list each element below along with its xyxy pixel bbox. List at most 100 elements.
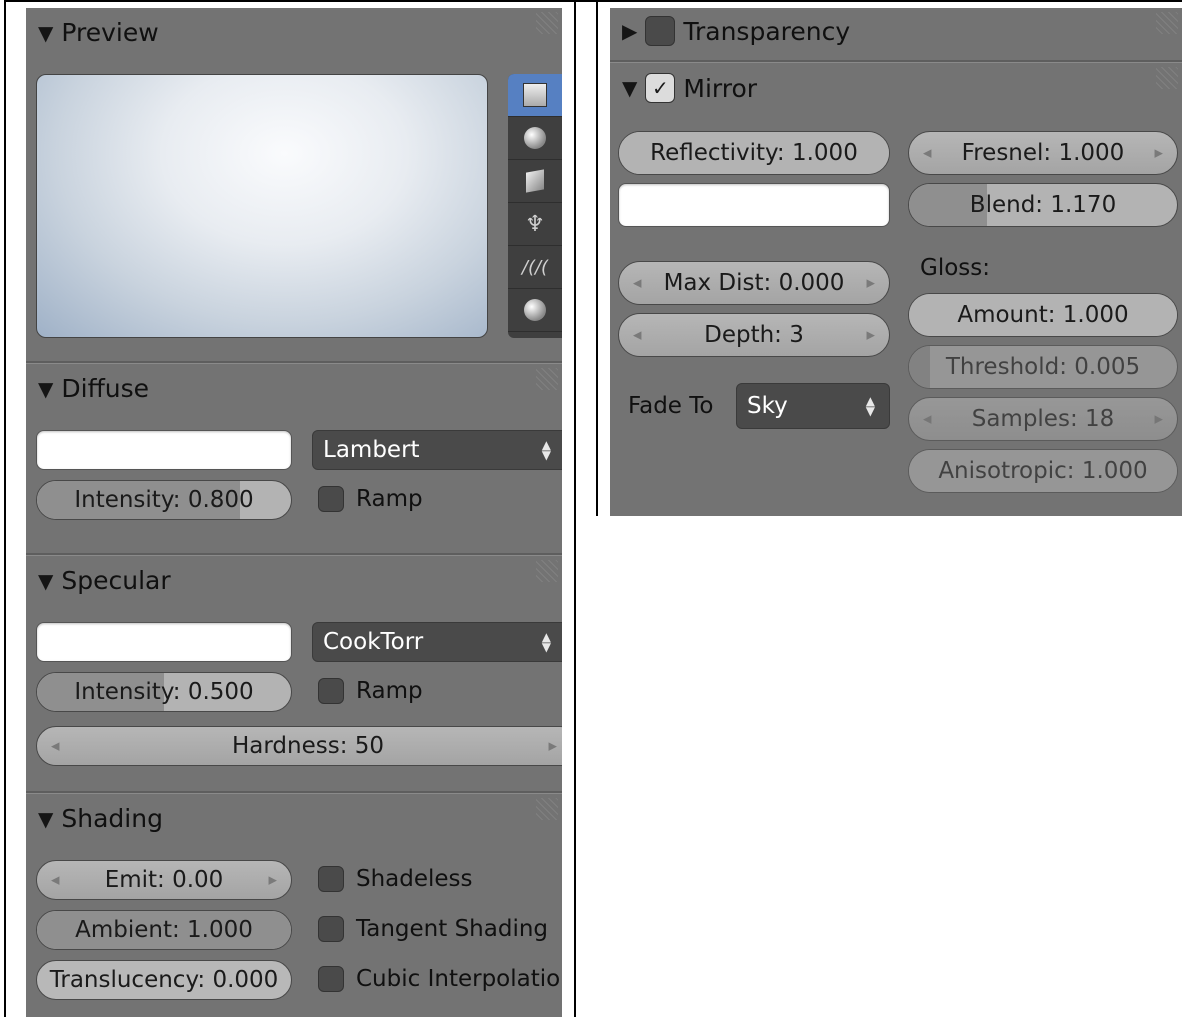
fade-to-dropdown[interactable]: Sky ▲ ▼ <box>736 383 890 429</box>
fresnel-field[interactable]: ◀ Fresnel: 1.000 ▶ <box>908 131 1178 175</box>
preview-type-strip: ♆ /(/( <box>508 74 562 338</box>
diffuse-ramp-label: Ramp <box>356 486 423 512</box>
preview-header[interactable]: ▼ Preview <box>38 18 159 47</box>
specular-ramp-checkbox[interactable]: Ramp <box>318 678 423 704</box>
specular-intensity-slider[interactable]: Intensity: 0.500 <box>36 672 292 712</box>
frame-mid-line-left <box>574 0 576 1017</box>
mirror-header[interactable]: ▼ ✓ Mirror <box>622 73 757 103</box>
sphere-sky-icon <box>524 299 546 321</box>
frame-left-line <box>4 0 6 1017</box>
decrement-arrow-icon[interactable]: ◀ <box>633 277 641 290</box>
decrement-arrow-icon[interactable]: ◀ <box>51 874 59 887</box>
reflectivity-slider[interactable]: Reflectivity: 1.000 <box>618 131 890 175</box>
gloss-anisotropic-slider[interactable]: Anisotropic: 1.000 <box>908 449 1178 493</box>
mirror-title: Mirror <box>683 73 758 103</box>
mirror-color-field[interactable] <box>618 183 890 227</box>
specular-header[interactable]: ▼ Specular <box>38 566 171 595</box>
specular-hardness-field[interactable]: ◀ Hardness: 50 ▶ <box>36 726 562 766</box>
fresnel-label: Fresnel: 1.000 <box>961 140 1125 166</box>
decrement-arrow-icon[interactable]: ◀ <box>923 147 931 160</box>
decrement-arrow-icon[interactable]: ◀ <box>633 329 641 342</box>
decrement-arrow-icon[interactable]: ◀ <box>51 740 59 753</box>
mirror-checkbox[interactable]: ✓ <box>645 73 676 103</box>
increment-arrow-icon[interactable]: ▶ <box>269 874 277 887</box>
diffuse-shader-value: Lambert <box>323 437 420 463</box>
preview-render <box>36 74 488 338</box>
panel-grip-icon[interactable] <box>1156 12 1178 34</box>
tangent-shading-label: Tangent Shading <box>356 916 549 942</box>
collapse-triangle-icon: ▼ <box>622 76 638 100</box>
diffuse-intensity-slider[interactable]: Intensity: 0.800 <box>36 480 292 520</box>
diffuse-color-field[interactable] <box>36 430 292 470</box>
cube-icon <box>526 169 544 193</box>
specular-shader-dropdown[interactable]: CookTorr ▲ ▼ <box>312 622 562 662</box>
diffuse-shader-dropdown[interactable]: Lambert ▲ ▼ <box>312 430 562 470</box>
shadeless-checkbox[interactable]: Shadeless <box>318 866 473 892</box>
cubic-interpolation-checkbox[interactable]: Cubic Interpolation <box>318 966 562 992</box>
collapse-triangle-icon: ▼ <box>38 806 54 831</box>
shading-header[interactable]: ▼ Shading <box>38 804 163 833</box>
gloss-anisotropic-label: Anisotropic: 1.000 <box>938 458 1148 484</box>
checkmark-icon: ✓ <box>652 76 669 100</box>
tangent-shading-checkbox[interactable]: Tangent Shading <box>318 916 548 942</box>
gloss-amount-slider[interactable]: Amount: 1.000 <box>908 293 1178 337</box>
diffuse-title: Diffuse <box>61 374 150 403</box>
updown-arrows-icon: ▲ ▼ <box>865 394 875 418</box>
increment-arrow-icon[interactable]: ▶ <box>549 740 557 753</box>
diffuse-header[interactable]: ▼ Diffuse <box>38 374 149 403</box>
increment-arrow-icon[interactable]: ▶ <box>867 329 875 342</box>
sphere-icon <box>524 127 546 149</box>
depth-field[interactable]: ◀ Depth: 3 ▶ <box>618 313 890 357</box>
max-dist-field[interactable]: ◀ Max Dist: 0.000 ▶ <box>618 261 890 305</box>
panel-grip-icon[interactable] <box>536 12 558 34</box>
shading-title: Shading <box>61 804 163 833</box>
fade-to-value: Sky <box>747 393 788 419</box>
specular-ramp-label: Ramp <box>356 678 423 704</box>
panel-grip-icon[interactable] <box>536 560 558 582</box>
checkbox-icon <box>318 966 344 992</box>
specular-color-field[interactable] <box>36 622 292 662</box>
monkey-icon: ♆ <box>525 211 545 237</box>
max-dist-label: Max Dist: 0.000 <box>663 270 845 296</box>
gloss-samples-field[interactable]: ◀ Samples: 18 ▶ <box>908 397 1178 441</box>
gloss-samples-label: Samples: 18 <box>971 406 1115 432</box>
preview-sphere-button[interactable] <box>508 117 562 160</box>
preview-hair-button[interactable]: /(/( <box>508 246 562 289</box>
decrement-arrow-icon[interactable]: ◀ <box>923 413 931 426</box>
panel-grip-icon[interactable] <box>1156 67 1178 89</box>
expand-triangle-icon: ▶ <box>622 19 638 43</box>
material-properties-right: ▶ Transparency ▼ ✓ Mirror Reflectivity: … <box>610 8 1182 516</box>
gloss-threshold-slider[interactable]: Threshold: 0.005 <box>908 345 1178 389</box>
blend-slider[interactable]: Blend: 1.170 <box>908 183 1178 227</box>
preview-plane-button[interactable] <box>508 74 562 117</box>
slider-fill <box>909 346 931 388</box>
preview-monkey-button[interactable]: ♆ <box>508 203 562 246</box>
transparency-checkbox[interactable] <box>645 16 676 46</box>
specular-panel: ▼ Specular CookTorr ▲ ▼ Intensity: 0.500 … <box>26 555 562 794</box>
increment-arrow-icon[interactable]: ▶ <box>1155 413 1163 426</box>
gloss-label: Gloss: <box>920 255 990 281</box>
diffuse-panel: ▼ Diffuse Lambert ▲ ▼ Intensity: 0.800 Ra… <box>26 363 562 554</box>
shading-ambient-slider[interactable]: Ambient: 1.000 <box>36 910 292 950</box>
increment-arrow-icon[interactable]: ▶ <box>867 277 875 290</box>
panel-grip-icon[interactable] <box>536 368 558 390</box>
transparency-header[interactable]: ▶ Transparency <box>622 16 850 46</box>
shading-translucency-slider[interactable]: Translucency: 0.000 <box>36 960 292 1000</box>
checkbox-icon <box>318 486 344 512</box>
shading-ambient-label: Ambient: 1.000 <box>75 917 253 943</box>
collapse-triangle-icon: ▼ <box>38 376 54 401</box>
blend-label: Blend: 1.170 <box>969 192 1117 218</box>
depth-label: Depth: 3 <box>704 322 804 348</box>
preview-sky-button[interactable] <box>508 289 562 332</box>
gloss-amount-label: Amount: 1.000 <box>957 302 1129 328</box>
specular-hardness-label: Hardness: 50 <box>231 733 385 759</box>
panel-grip-icon[interactable] <box>536 798 558 820</box>
shading-emit-field[interactable]: ◀ Emit: 0.00 ▶ <box>36 860 292 900</box>
shading-translucency-label: Translucency: 0.000 <box>49 967 279 993</box>
diffuse-ramp-checkbox[interactable]: Ramp <box>318 486 423 512</box>
checkbox-icon <box>318 678 344 704</box>
material-properties-left: ▼ Preview ♆ /(/( ▼ Diffuse Lambert ▲ ▼ In… <box>26 8 562 1017</box>
preview-cube-button[interactable] <box>508 160 562 203</box>
mirror-panel: ▼ ✓ Mirror Reflectivity: 1.000 ◀ Max Dis… <box>610 62 1182 516</box>
increment-arrow-icon[interactable]: ▶ <box>1155 147 1163 160</box>
